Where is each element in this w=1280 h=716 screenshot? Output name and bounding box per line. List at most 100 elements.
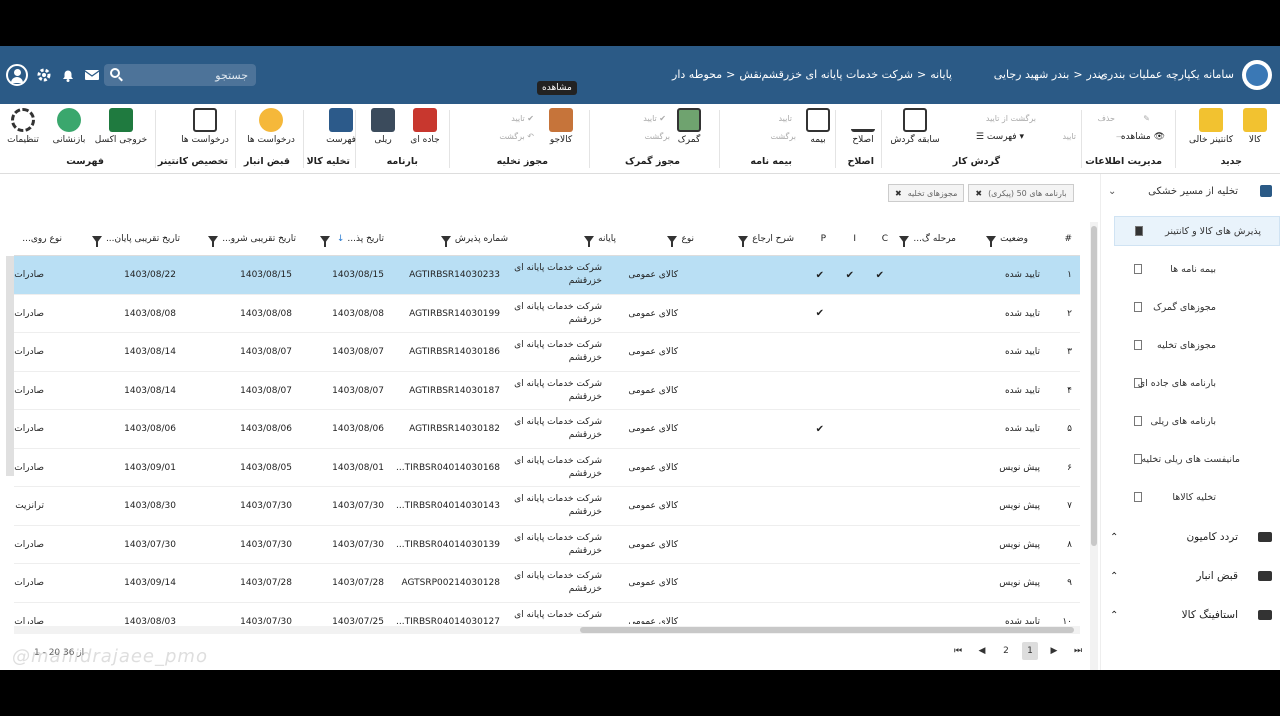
insurance-button[interactable]: بیمه [793,108,843,145]
container-requests-button[interactable]: درخواست ها [180,108,230,145]
sidebar-item-discharge-permits[interactable]: مجوزهای تخلیه [1114,330,1280,360]
breadcrumb-role[interactable]: نقش<محوطه دار [672,68,762,81]
horizontal-scrollbar[interactable] [14,626,1080,634]
search-input[interactable] [104,64,256,86]
bell-icon[interactable] [60,67,76,83]
edit-button[interactable]: اصلاح [838,108,888,145]
list-dropdown[interactable]: ▾ فهرست ☰ [976,132,1024,142]
col-header-p[interactable]: P [821,222,826,256]
tab-bills-50[interactable]: بارنامه های 50 (پیکری) ✖ [968,184,1074,202]
new-goods-button[interactable]: کالا [1230,108,1280,145]
next-page-icon[interactable]: ▶ [1046,642,1062,660]
filter-icon[interactable] [667,235,678,247]
sidebar-section-warehouse[interactable]: قبض انبار ⌃ [1100,561,1280,591]
col-header-status[interactable]: وضعیت [982,222,1028,256]
sidebar-item-customs[interactable]: مجوزهای گمرک [1114,292,1280,322]
sidebar-item-road-bills[interactable]: بارنامه های جاده ای [1114,368,1280,398]
settings-button[interactable]: تنظیمات [0,108,48,145]
customs-button[interactable]: گمرک [664,108,714,145]
discharge-return[interactable]: ↶ برگشت [499,132,534,141]
search-box[interactable] [104,64,256,86]
table-row[interactable]: ۱۰ تایید شده کالای عمومی شرکت خدمات پایانه … [14,603,1080,624]
table-row[interactable]: ۳ تایید شده کالای عمومی شرکت خدمات پایانه ا… [14,333,1080,372]
col-header-terminal[interactable]: پایانه [580,222,616,256]
doc-icon [1135,226,1143,236]
close-icon[interactable]: ✖ [895,189,902,198]
sidebar-section-truck-traffic[interactable]: تردد کامیون ⌃ [1100,522,1280,552]
discharge-list-button[interactable]: فهرست [316,108,366,145]
breadcrumb-port[interactable]: بندر<بندر شهید رجایی [994,68,1104,81]
sidebar-item-goods-discharge[interactable]: تخلیه کالاها [1114,482,1280,512]
filter-icon[interactable] [738,235,749,247]
sidebar-section-stuffing[interactable]: استافینگ کالا ⌃ [1100,600,1280,630]
table-row[interactable]: ۲ تایید شده ✔ کالای عمومی شرکت خدمات پایانه … [14,295,1080,333]
col-header-kind[interactable]: نوع روی... [22,222,62,256]
group-customs-permit: مجوز گمرک [625,156,680,167]
filter-icon[interactable] [584,235,595,247]
table-row[interactable]: ۴ تایید شده کالای عمومی شرکت خدمات پایانه ا… [14,372,1080,410]
warehouse-requests-button[interactable]: درخواست ها [246,108,296,145]
insurance-confirm[interactable]: تایید [778,114,792,123]
user-icon[interactable] [6,64,28,86]
col-header-i[interactable]: I [853,222,856,256]
col-header-receipt[interactable]: شماره پذیرش [437,222,508,256]
prev-page-icon[interactable]: ◀ [974,642,990,660]
cell-type: کالای عمومی [628,385,678,396]
discharge-confirm[interactable]: ✔ تایید [511,114,534,123]
cell-terminal: شرکت خدمات پایانه ای خزرقشم [514,263,602,287]
tab-discharge-permits[interactable]: مجوزهای تخلیه ✖ [888,184,965,202]
left-scrollbar[interactable] [6,256,14,476]
cell-start: 1403/08/07 [240,385,292,396]
new-empty-container-button[interactable]: کانتینر خالی [1186,108,1236,145]
page-1[interactable]: 1 [1022,642,1038,660]
cell-status: پیش نویس [999,462,1040,473]
cell-type: کالای عمومی [628,270,678,281]
vertical-scrollbar[interactable] [1090,222,1098,670]
app-logo[interactable] [1242,60,1272,90]
table-row[interactable]: ۷ پیش نویس کالای عمومی شرکت خدمات پایانه ای… [14,487,1080,526]
view-button[interactable]: 👁 مشاهده [1121,132,1165,142]
first-page-icon[interactable]: ⏮ [950,642,966,660]
col-header-end[interactable]: تاریخ تقریبی پایان... [88,222,180,256]
table-row[interactable]: ۹ پیش نویس کالای عمومی شرکت خدمات پایانه ای… [14,564,1080,603]
col-header-stage[interactable]: مرحله گ... [895,222,956,256]
filter-icon[interactable] [899,235,910,247]
filter-icon[interactable] [208,235,219,247]
table-row[interactable]: ۱ تایید شده ✔ ✔ ✔ کالای عمومی شرکت خدمات پایان… [14,256,1080,295]
breadcrumb-terminal[interactable]: پایانه<شرکت خدمات پایانه ای خزرقشم [761,68,952,81]
sidebar-item-rail-bills[interactable]: بارنامه های ریلی [1114,406,1280,436]
cell-receipt: AGTIRBSR14030182 [409,424,500,435]
sidebar-item-receptions[interactable]: پذیرش های کالا و کانتینر [1114,216,1280,246]
filter-icon[interactable] [319,235,330,247]
page-2[interactable]: 2 [998,642,1014,660]
customs-confirm[interactable]: ✔ تایید [643,114,666,123]
col-header-date[interactable]: تاریخ پذ... ↓ [316,222,384,256]
confirm-disabled-label[interactable]: تایید [1062,132,1076,141]
workflow-history-button[interactable]: سابقه گردش [890,108,940,145]
insurance-return[interactable]: برگشت [771,132,796,141]
table-row[interactable]: ۵ تایید شده ✔ کالای عمومی شرکت خدمات پایانه … [14,410,1080,449]
delete-button[interactable]: حذف [1098,114,1115,123]
col-header-start[interactable]: تاریخ تقریبی شرو... [204,222,296,256]
excel-export-button[interactable]: خروجی اکسل [95,108,147,145]
mail-icon[interactable] [84,67,100,83]
cargo-finder-button[interactable]: کالاجو [536,108,586,145]
sidebar-item-insurance[interactable]: بیمه نامه ها [1114,254,1280,284]
filter-icon[interactable] [440,235,451,247]
reset-button[interactable]: بازنشانی [44,108,94,145]
filter-icon[interactable] [91,235,102,247]
customs-return[interactable]: برگشت [645,132,670,141]
cell-i: ✔ [845,269,854,281]
table-row[interactable]: ۸ پیش نویس کالای عمومی شرکت خدمات پایانه ای… [14,526,1080,564]
sidebar-group-land-discharge[interactable]: تخلیه از مسیر خشکی ⌄ [1100,176,1280,206]
filter-icon[interactable] [986,235,997,247]
sidebar-item-rail-manifests[interactable]: مانیفست های ریلی تخلیه [1114,444,1280,474]
col-header-return[interactable]: شرح ارجاع [734,222,794,256]
close-icon[interactable]: ✖ [975,189,982,198]
table-row[interactable]: ۶ پیش نویس کالای عمومی شرکت خدمات پایانه ای… [14,449,1080,487]
return-from-confirm-button[interactable]: برگشت از تایید [986,114,1036,123]
gear-icon[interactable] [36,67,52,83]
last-page-icon[interactable]: ⏭ [1070,642,1086,660]
col-header-c[interactable]: C [882,222,888,256]
col-header-type[interactable]: نوع [663,222,694,256]
